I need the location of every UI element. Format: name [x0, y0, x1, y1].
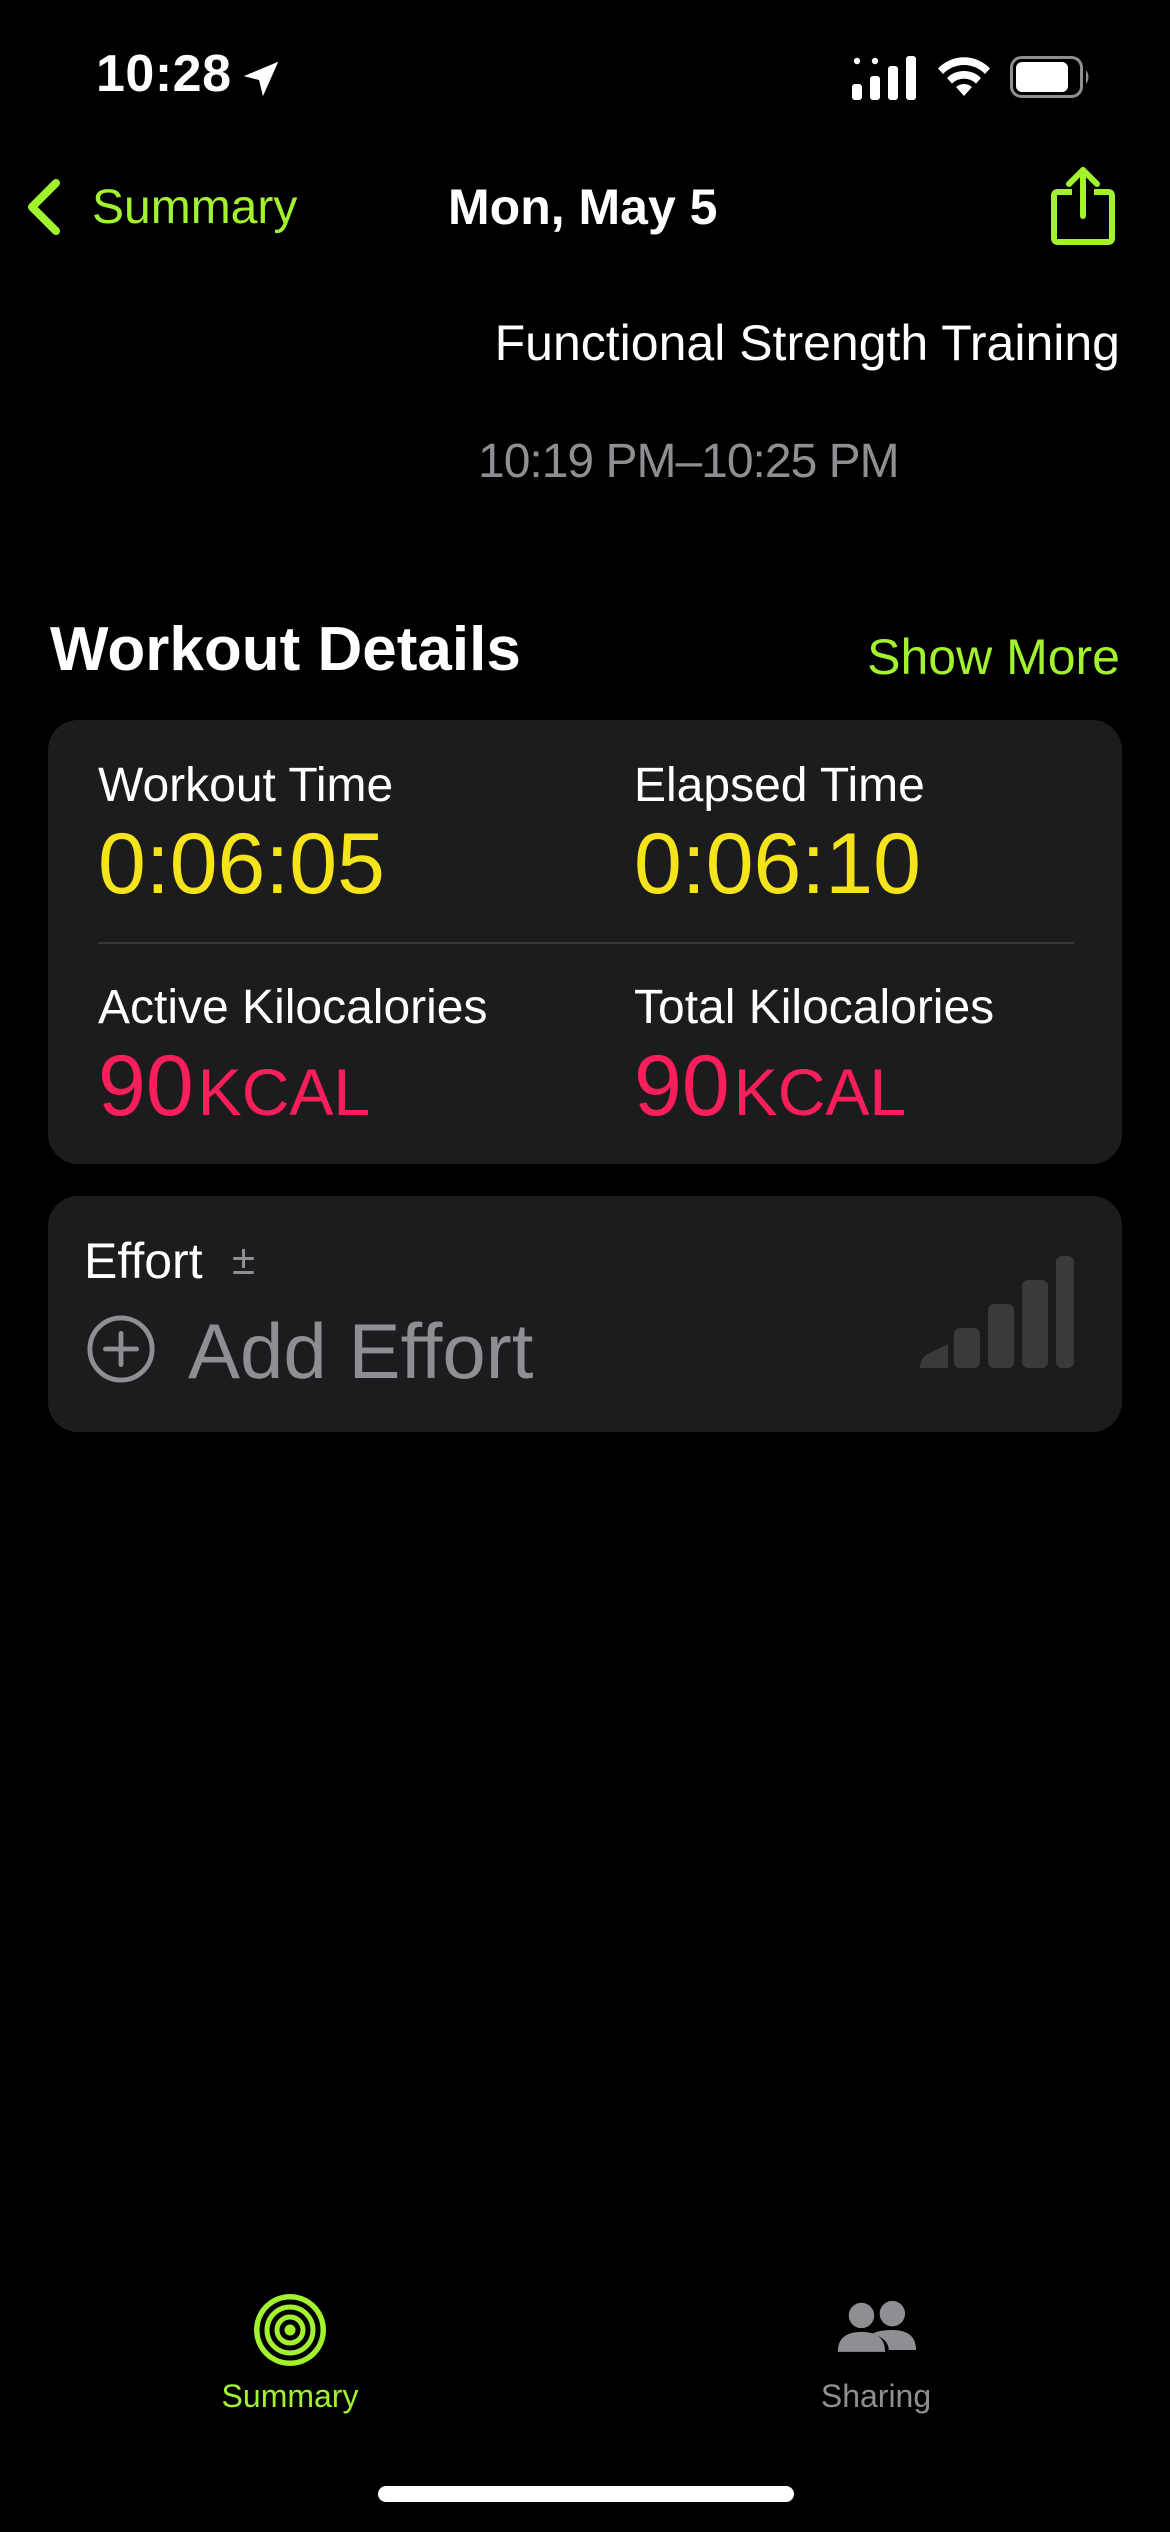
show-more-button[interactable]: Show More: [867, 628, 1120, 686]
back-button-label: Summary: [92, 180, 298, 234]
metric-unit: KCAL: [733, 1055, 907, 1129]
metric-unit: KCAL: [197, 1055, 371, 1129]
divider: [98, 942, 1074, 944]
chevron-left-icon: [28, 179, 60, 235]
workout-details-card: Workout Time 0:06:05 Elapsed Time 0:06:1…: [48, 720, 1122, 1164]
workout-time-range: 10:19 PM–10:25 PM: [478, 435, 900, 488]
add-effort-card[interactable]: Effort ± Add Effort: [48, 1196, 1122, 1432]
metric-number: 0:06:10: [634, 816, 921, 912]
metric-workout-time: Workout Time 0:06:05: [98, 758, 393, 907]
activity-rings-icon: [254, 2294, 326, 2366]
home-indicator[interactable]: [378, 2486, 794, 2502]
plus-minus-icon: ±: [232, 1236, 256, 1283]
metric-value: 90KCAL: [634, 1043, 994, 1129]
battery-icon: [1010, 56, 1089, 98]
metric-total-kilocalories: Total Kilocalories 90KCAL: [634, 980, 994, 1129]
status-time: 10:28: [96, 45, 232, 103]
share-icon[interactable]: [1050, 164, 1116, 246]
status-bar: 10:28: [0, 0, 1170, 150]
metric-number: 0:06:05: [98, 816, 385, 912]
metric-label: Active Kilocalories: [98, 981, 488, 1034]
plus-circle-icon: [87, 1315, 155, 1383]
metric-value: 0:06:10: [634, 821, 925, 907]
back-button[interactable]: Summary: [24, 172, 297, 242]
workout-name: Functional Strength Training: [494, 315, 1120, 371]
metric-value: 0:06:05: [98, 821, 393, 907]
tab-sharing[interactable]: Sharing: [746, 2290, 1006, 2415]
metric-elapsed-time: Elapsed Time 0:06:10: [634, 758, 925, 907]
page-title: Mon, May 5: [448, 179, 718, 235]
location-arrow-icon: [243, 61, 279, 97]
tab-summary[interactable]: Summary: [160, 2290, 420, 2415]
wifi-icon: [938, 57, 990, 96]
people-icon: [837, 2300, 916, 2352]
metric-number: 90: [634, 1038, 730, 1134]
tab-label: Summary: [221, 2378, 359, 2414]
metric-value: 90KCAL: [98, 1043, 487, 1129]
cellular-signal-icon: [852, 56, 916, 100]
metric-number: 90: [98, 1038, 194, 1134]
metric-label: Elapsed Time: [634, 759, 925, 812]
section-title-workout-details: Workout Details: [50, 615, 521, 684]
add-effort-label: Add Effort: [188, 1307, 534, 1395]
effort-label: Effort: [84, 1233, 203, 1289]
metric-label: Total Kilocalories: [634, 981, 995, 1034]
metric-active-kilocalories: Active Kilocalories 90KCAL: [98, 980, 487, 1129]
effort-level-bars-icon: [920, 1256, 1074, 1368]
tab-label: Sharing: [820, 2378, 932, 2414]
metric-label: Workout Time: [98, 759, 394, 812]
